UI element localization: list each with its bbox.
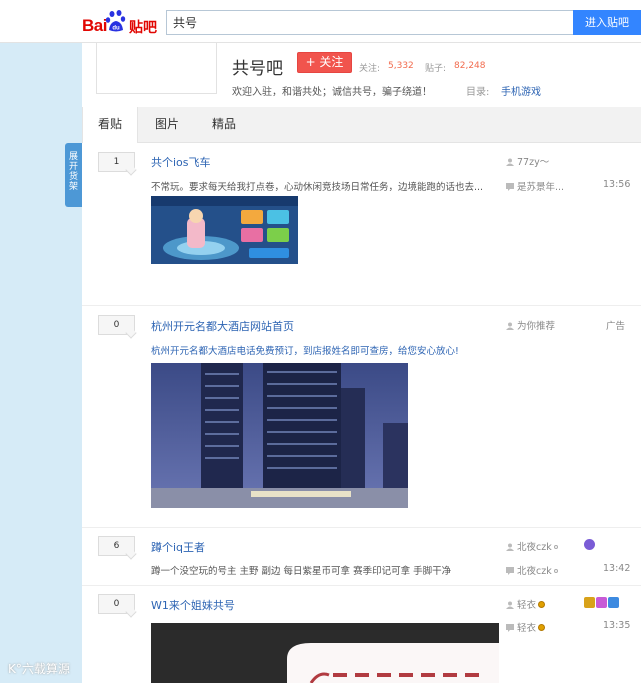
thread-title[interactable]: W1来个姐妹共号 xyxy=(151,597,235,613)
followers-count: 5,332 xyxy=(388,61,414,71)
last-reply-time: 13:35 xyxy=(603,620,631,631)
ad-source-name: 为你推荐 xyxy=(517,321,556,332)
thread-author[interactable]: 77zy～ xyxy=(506,154,549,168)
thread-item[interactable]: 0 W1来个姐妹共号 轻衣 轻衣 13:35 xyxy=(82,586,641,683)
enter-forum-button[interactable]: 进入贴吧 xyxy=(573,10,641,35)
ad-label: 广告 xyxy=(606,321,626,332)
member-badge-icon xyxy=(584,539,595,550)
last-replier-name: 是苏景年... xyxy=(517,182,565,193)
last-replier[interactable]: 轻衣 xyxy=(506,620,546,634)
side-tab-char: 货 xyxy=(68,172,78,182)
baidu-paw-icon: du xyxy=(105,10,126,32)
thread-item[interactable]: 1 共个ios飞车 不常玩。要求每天给我打点卷，心动休闲竞技场日常任务，边境能跑… xyxy=(82,144,641,306)
tab-posts[interactable]: 看贴 xyxy=(82,107,138,143)
thread-item[interactable]: 6 蹲个iq王者 蹲一个没空玩的号主 主野 副边 每日紫星币可拿 赛季印记可拿 … xyxy=(82,528,641,586)
posts-count: 82,248 xyxy=(454,61,486,71)
expand-shelf-tab[interactable]: 展 开 货 架 xyxy=(65,143,82,207)
side-tab-char: 开 xyxy=(68,162,78,172)
thread-author[interactable]: 北夜czk xyxy=(506,539,558,553)
thread-thumbnail[interactable] xyxy=(151,196,298,264)
baidu-tieba-logo[interactable]: Bai du 贴吧 xyxy=(82,9,162,36)
thread-author[interactable]: 轻衣 xyxy=(506,597,546,611)
search-input[interactable] xyxy=(166,10,574,35)
comment-icon xyxy=(506,624,514,632)
user-icon xyxy=(506,158,514,166)
level-dot-icon xyxy=(553,569,558,573)
vip-badge-icon xyxy=(538,601,546,608)
member-badge-icon xyxy=(584,597,595,608)
ad-source: 为你推荐 xyxy=(506,318,555,332)
last-reply-time: 13:42 xyxy=(603,563,631,574)
member-badge-icon xyxy=(596,597,607,608)
forum-avatar[interactable] xyxy=(96,43,217,94)
posts-label: 贴子: xyxy=(425,64,447,74)
followers-label: 关注: xyxy=(359,64,381,74)
logo-tieba-text: 贴吧 xyxy=(129,20,157,36)
tab-featured[interactable]: 精品 xyxy=(212,107,236,142)
watermark-text: K°六载算源 xyxy=(8,662,70,676)
thread-abstract: 不常玩。要求每天给我打点卷，心动休闲竞技场日常任务，边境能跑的话也去... xyxy=(151,182,484,193)
last-replier-name: 轻衣 xyxy=(517,623,537,634)
comment-icon xyxy=(506,183,514,191)
author-name: 轻衣 xyxy=(517,600,537,611)
user-icon xyxy=(506,322,514,330)
logo-du-text: du xyxy=(112,26,120,32)
post-image xyxy=(151,623,499,683)
top-bar: Bai du 贴吧 进入贴吧 xyxy=(0,0,641,43)
ad-item[interactable]: 0 杭州开元名都大酒店网站首页 杭州开元名都大酒店电话免费预订，到店报姓名即可查… xyxy=(82,306,641,528)
category-link[interactable]: 手机游戏 xyxy=(501,83,541,98)
thread-title[interactable]: 共个ios飞车 xyxy=(151,154,211,170)
vip-badge-icon xyxy=(538,624,546,631)
thread-title[interactable]: 杭州开元名都大酒店网站首页 xyxy=(151,318,294,334)
user-icon xyxy=(506,601,514,609)
tab-images[interactable]: 图片 xyxy=(155,107,179,142)
last-reply-time: 13:56 xyxy=(603,179,631,190)
comment-icon xyxy=(506,567,514,575)
level-dot-icon xyxy=(553,545,558,549)
user-icon xyxy=(506,543,514,551)
author-name: 77zy～ xyxy=(517,157,550,168)
category-label: 目录: xyxy=(466,87,490,98)
thread-thumbnail[interactable] xyxy=(151,623,499,683)
thread-title[interactable]: 蹲个iq王者 xyxy=(151,539,205,555)
side-tab-char: 展 xyxy=(68,152,78,162)
follow-button[interactable]: + 关注 xyxy=(297,52,352,73)
last-replier[interactable]: 北夜czk xyxy=(506,563,558,577)
forum-slogan: 欢迎入驻，和谐共处；诚信共号，骗子绕道！ xyxy=(232,87,432,98)
forum-header: 共号吧 + 关注 关注: 5,332 贴子: 82,248 欢迎入驻，和谐共处；… xyxy=(82,43,641,107)
thread-abstract: 杭州开元名都大酒店电话免费预订，到店报姓名即可查房，给您安心放心! xyxy=(151,346,459,357)
author-name: 北夜czk xyxy=(517,542,552,553)
game-screenshot-image xyxy=(151,196,298,264)
ad-image[interactable] xyxy=(151,363,408,508)
forum-column: 共号吧 + 关注 关注: 5,332 贴子: 82,248 欢迎入驻，和谐共处；… xyxy=(82,43,641,683)
thread-abstract: 蹲一个没空玩的号主 主野 副边 每日紫星币可拿 赛季印记可拿 手脚干净 xyxy=(151,566,452,577)
last-replier-name: 北夜czk xyxy=(517,566,552,577)
forum-name[interactable]: 共号吧 xyxy=(232,54,283,79)
forum-tabs: 看贴 图片 精品 xyxy=(82,107,641,143)
last-replier[interactable]: 是苏景年... xyxy=(506,179,564,193)
member-badge-icon xyxy=(608,597,619,608)
side-tab-char: 架 xyxy=(68,182,78,192)
hotel-skyscraper-image xyxy=(151,363,408,508)
